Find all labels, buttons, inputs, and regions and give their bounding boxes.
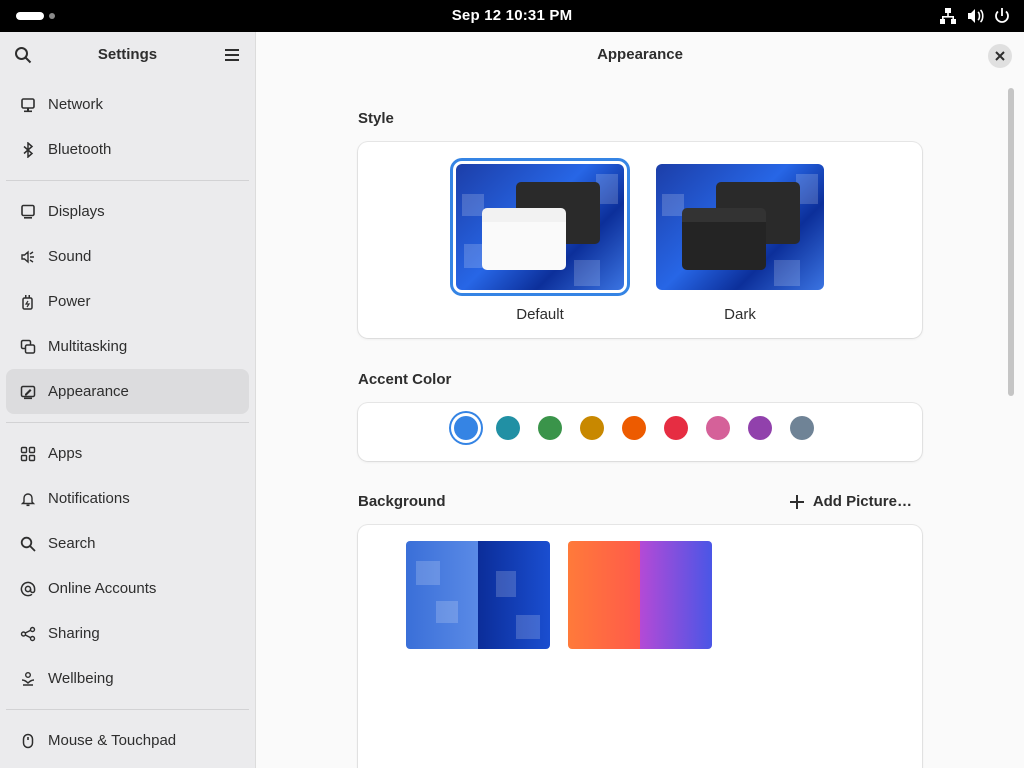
accent-color-card	[358, 403, 922, 461]
bluetooth-icon	[23, 141, 34, 158]
divider	[6, 422, 249, 423]
power-icon[interactable]	[994, 7, 1010, 25]
sidebar-item-wellbeing[interactable]: Wellbeing	[6, 656, 249, 701]
sidebar-item-label: Sharing	[48, 625, 100, 642]
sidebar-item-notifications[interactable]: Notifications	[6, 476, 249, 521]
sidebar-item-label: Search	[48, 535, 96, 552]
style-heading: Style	[358, 110, 394, 127]
close-button[interactable]	[988, 44, 1012, 68]
sidebar-item-displays[interactable]: Displays	[6, 189, 249, 234]
background-card	[358, 525, 922, 768]
style-card: Default Dark	[358, 142, 922, 338]
sidebar-item-label: Online Accounts	[48, 580, 157, 597]
sidebar-item-online-accounts[interactable]: Online Accounts	[6, 566, 249, 611]
sidebar-item-label: Mouse & Touchpad	[48, 732, 177, 749]
sidebar-item-label: Notifications	[48, 490, 130, 507]
volume-icon[interactable]	[967, 7, 984, 25]
appearance-panel: Appearance Style Default Dark Accent Col…	[256, 32, 1024, 768]
close-icon	[995, 51, 1005, 61]
wellbeing-icon	[21, 671, 35, 686]
sidebar-group: Network Bluetooth	[0, 78, 255, 176]
sidebar-item-multitasking[interactable]: Multitasking	[6, 324, 249, 369]
sidebar-item-label: Wellbeing	[48, 670, 114, 687]
hamburger-menu-icon[interactable]	[223, 46, 241, 64]
style-option-label: Dark	[724, 306, 756, 323]
background-thumbnail-blue[interactable]	[406, 541, 550, 649]
sidebar-item-label: Appearance	[48, 383, 129, 400]
style-preview-default	[450, 158, 630, 296]
accent-swatch[interactable]	[706, 416, 730, 440]
background-thumbnail-gradient[interactable]	[568, 541, 712, 649]
display-icon	[21, 204, 35, 219]
style-option-default[interactable]: Default	[450, 158, 630, 323]
style-preview-dark	[656, 164, 824, 290]
network-status-icon[interactable]	[940, 7, 956, 25]
sidebar-item-sharing[interactable]: Sharing	[6, 611, 249, 656]
sidebar-item-label: Sound	[48, 248, 92, 265]
sidebar-item-label: Bluetooth	[48, 141, 112, 158]
background-heading: Background	[358, 493, 446, 510]
mouse-icon	[22, 733, 34, 748]
power-plug-icon	[22, 294, 33, 310]
sidebar-item-power[interactable]: Power	[6, 279, 249, 324]
accent-swatch[interactable]	[454, 416, 478, 440]
sound-icon	[21, 249, 34, 264]
accent-swatch[interactable]	[538, 416, 562, 440]
sidebar-item-label: Multitasking	[48, 338, 128, 355]
sidebar-title: Settings	[97, 46, 158, 63]
sidebar-group: Apps Notifications Search Online Account…	[0, 427, 255, 705]
clock[interactable]: Sep 12 10:31 PM	[0, 7, 1024, 24]
add-picture-label: Add Picture…	[812, 493, 912, 510]
sidebar-group: Displays Sound Power Multitasking Appear…	[0, 185, 255, 418]
accent-swatch[interactable]	[664, 416, 688, 440]
accent-swatch[interactable]	[496, 416, 520, 440]
accent-swatch[interactable]	[580, 416, 604, 440]
accent-color-heading: Accent Color	[358, 371, 452, 388]
divider	[6, 180, 249, 181]
accent-swatch[interactable]	[748, 416, 772, 440]
sidebar-item-bluetooth[interactable]: Bluetooth	[6, 127, 249, 172]
bell-icon	[20, 492, 36, 506]
sidebar-item-mouse-touchpad[interactable]: Mouse & Touchpad	[6, 718, 249, 763]
sidebar-item-sound[interactable]: Sound	[6, 234, 249, 279]
at-icon	[20, 581, 36, 596]
sidebar-item-label: Displays	[48, 203, 105, 220]
sidebar-header: Settings	[0, 32, 255, 78]
search-icon	[20, 536, 36, 552]
sidebar-item-apps[interactable]: Apps	[6, 431, 249, 476]
network-icon	[21, 97, 35, 112]
share-icon	[20, 626, 36, 641]
style-option-dark[interactable]: Dark	[652, 164, 828, 323]
sidebar-item-label: Apps	[48, 445, 83, 462]
sidebar-item-label: Power	[48, 293, 91, 310]
sidebar-group: Mouse & Touchpad	[0, 714, 255, 767]
appearance-icon	[20, 385, 36, 399]
style-option-label: Default	[516, 306, 564, 323]
sidebar-item-label: Network	[48, 96, 104, 113]
accent-swatch[interactable]	[622, 416, 646, 440]
sidebar-item-appearance[interactable]: Appearance	[6, 369, 249, 414]
sidebar-item-network[interactable]: Network	[6, 82, 249, 127]
accent-swatch[interactable]	[790, 416, 814, 440]
page-title: Appearance	[597, 46, 683, 63]
sidebar-item-search[interactable]: Search	[6, 521, 249, 566]
top-bar: Sep 12 10:31 PM	[0, 0, 1024, 32]
divider	[6, 709, 249, 710]
add-picture-button[interactable]: Add Picture…	[789, 493, 912, 510]
settings-sidebar: Settings Network Bluetooth Displays Soun…	[0, 32, 256, 768]
scrollbar[interactable]	[1008, 88, 1014, 396]
apps-grid-icon	[20, 446, 36, 461]
accent-color-swatches	[454, 416, 814, 440]
plus-icon	[789, 494, 804, 509]
multitasking-icon	[20, 339, 36, 354]
